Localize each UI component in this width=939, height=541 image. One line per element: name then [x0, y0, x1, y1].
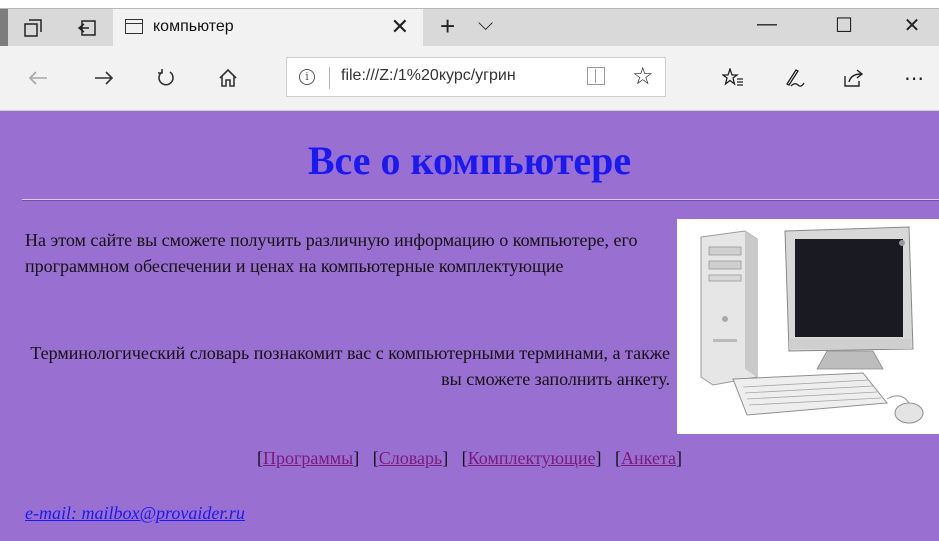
link-programs[interactable]: Программы [263, 448, 353, 468]
intro-paragraph: На этом сайте вы сможете получить различ… [25, 230, 638, 276]
tab-title: компьютер [153, 18, 234, 35]
more-icon[interactable]: ⋯ [898, 62, 930, 94]
navigation-bar: i file:///Z:/1%20курс/угрин ☆ ⋯ [0, 46, 939, 111]
link-dictionary[interactable]: Словарь [379, 448, 442, 468]
cropped-top-strip [0, 0, 939, 8]
refresh-icon[interactable] [150, 62, 182, 94]
favorites-icon[interactable] [717, 62, 749, 94]
tab-list-icon[interactable]: ⌵ [478, 13, 493, 36]
forward-icon[interactable] [88, 62, 120, 94]
share-icon[interactable] [838, 62, 870, 94]
web-page: Все о компьютере На этом сайте вы сможет… [0, 111, 939, 541]
new-tab-icon[interactable]: + [440, 11, 455, 42]
page-title: Все о компьютере [307, 138, 632, 183]
link-survey[interactable]: Анкета [621, 448, 676, 468]
address-url[interactable]: file:///Z:/1%20курс/угрин [341, 67, 516, 85]
tab-bar: компьютер ✕ + ⌵ — ☐ ✕ [0, 8, 939, 47]
set-aside-tabs-icon[interactable] [74, 15, 100, 41]
reading-view-icon[interactable] [587, 67, 605, 85]
minimize-icon[interactable]: — [752, 13, 782, 36]
tab-active[interactable]: компьютер ✕ [113, 9, 423, 47]
close-icon[interactable]: ✕ [391, 14, 409, 40]
dictionary-paragraph: Терминологический словарь познакомит вас… [30, 343, 670, 389]
address-bar[interactable]: i file:///Z:/1%20курс/угрин ☆ [286, 57, 666, 97]
address-separator [329, 67, 330, 89]
horizontal-rule [22, 199, 939, 201]
favorite-star-icon[interactable]: ☆ [632, 62, 654, 91]
browser-window: компьютер ✕ + ⌵ — ☐ ✕ i file:///Z:/1%20к… [0, 8, 939, 541]
info-icon[interactable]: i [299, 69, 315, 85]
site-navigation: [Программы] [Словарь] [Комплектующие] [А… [256, 448, 683, 468]
maximize-icon[interactable]: ☐ [829, 13, 859, 38]
window-edge [0, 9, 8, 47]
back-icon[interactable] [22, 62, 54, 94]
computer-photo [677, 219, 939, 434]
window-close-icon[interactable]: ✕ [897, 13, 927, 38]
link-components[interactable]: Комплектующие [468, 448, 596, 468]
page-icon [125, 19, 143, 34]
web-note-icon[interactable] [779, 62, 811, 94]
home-icon[interactable] [212, 62, 244, 94]
tab-preview-icon[interactable] [20, 15, 46, 41]
email-link[interactable]: e-mail: mailbox@provaider.ru [25, 503, 245, 524]
